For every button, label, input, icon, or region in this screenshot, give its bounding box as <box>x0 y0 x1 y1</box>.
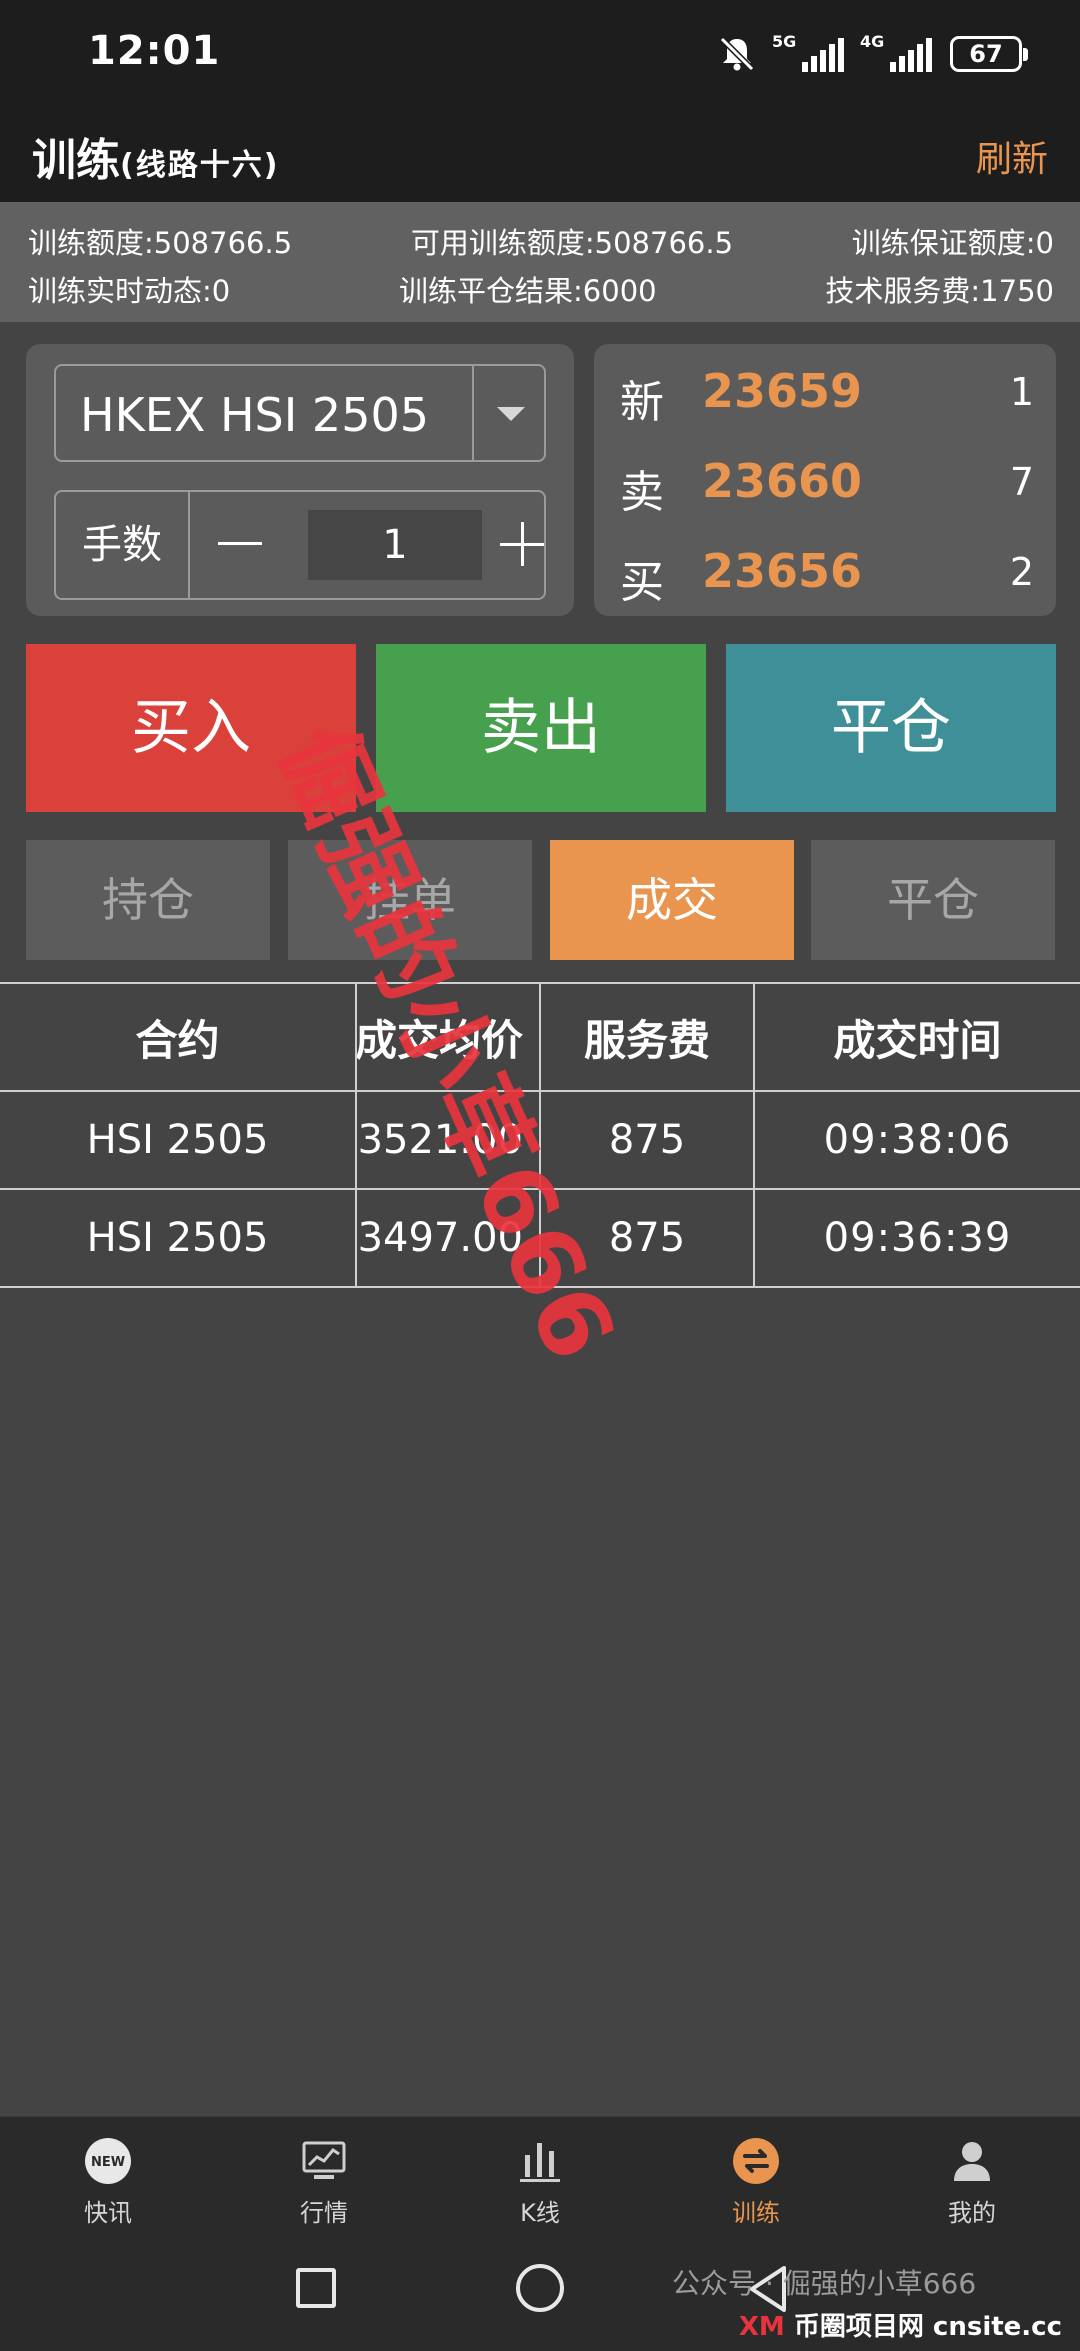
app-header: 训练(线路十六) 刷新 <box>0 112 1080 202</box>
plus-icon[interactable] <box>500 522 544 566</box>
cell-time: 09:38:06 <box>823 1117 1012 1163</box>
chevron-down-icon <box>497 407 525 421</box>
table-row[interactable]: HSI 2505 3521.00 875 09:38:06 <box>0 1092 1080 1190</box>
status-bar: 12:01 5G 4G 67 <box>0 0 1080 112</box>
available-quota: 可用训练额度:508766.5 <box>410 226 734 260</box>
bottom-nav: NEW 快讯 行情 K线 训练 我的 <box>0 2116 1080 2240</box>
refresh-button[interactable]: 刷新 <box>976 130 1048 182</box>
nav-label: 训练 <box>732 2199 780 2227</box>
close-position-button[interactable]: 平仓 <box>726 644 1056 812</box>
nav-item-training[interactable]: 训练 <box>648 2117 864 2241</box>
sell-button[interactable]: 卖出 <box>376 644 706 812</box>
trades-table: 合约 成交均价 服务费 成交时间 HSI 2505 3521.00 875 09… <box>0 982 1080 1288</box>
cell-contract: HSI 2505 <box>0 1190 357 1286</box>
training-quota: 训练额度:508766.5 <box>28 226 293 260</box>
table-row[interactable]: HSI 2505 3497.00 875 09:36:39 <box>0 1190 1080 1288</box>
quote-price: 23656 <box>702 544 863 598</box>
market-chart-icon <box>302 2141 346 2179</box>
contract-select-value: HKEX HSI 2505 <box>80 388 429 442</box>
cell-fee: 875 <box>541 1092 755 1188</box>
battery-icon: 67 <box>950 36 1028 72</box>
status-icons: 5G 4G 67 <box>718 32 1028 76</box>
account-row-2: 训练实时动态:0 训练平仓结果:6000 技术服务费:1750 <box>28 268 1054 310</box>
quote-row-bid: 买 23656 2 <box>620 540 1034 610</box>
table-header-row: 合约 成交均价 服务费 成交时间 <box>0 984 1080 1092</box>
quote-qty: 1 <box>1009 370 1034 414</box>
training-swap-icon <box>733 2138 779 2184</box>
quote-row-last: 新 23659 1 <box>620 360 1034 430</box>
buy-button[interactable]: 买入 <box>26 644 356 812</box>
tab-closed[interactable]: 平仓 <box>811 840 1055 960</box>
order-panel: HKEX HSI 2505 手数 <box>26 344 574 616</box>
nav-label: 我的 <box>948 2199 996 2227</box>
tab-pending-orders[interactable]: 挂单 <box>288 840 532 960</box>
quote-label: 买 <box>620 557 664 608</box>
account-row-1: 训练额度:508766.5 可用训练额度:508766.5 训练保证额度:0 <box>28 220 1054 262</box>
tab-positions[interactable]: 持仓 <box>26 840 270 960</box>
quote-qty: 2 <box>1009 550 1034 594</box>
cell-contract: HSI 2505 <box>0 1092 357 1188</box>
nav-item-news[interactable]: NEW 快讯 <box>0 2117 216 2241</box>
column-header-contract: 合约 <box>0 984 357 1090</box>
quantity-input[interactable] <box>308 510 482 580</box>
contract-dropdown-toggle[interactable] <box>472 366 544 460</box>
system-nav-bar: 公众号 · 倔强的小草666 XM 币圈项目网 cnsite.cc <box>0 2240 1080 2351</box>
close-result: 训练平仓结果:6000 <box>399 274 657 308</box>
nav-item-profile[interactable]: 我的 <box>864 2117 1080 2241</box>
news-icon: NEW <box>85 2138 131 2184</box>
cell-fee: 875 <box>541 1190 755 1286</box>
home-icon[interactable] <box>516 2264 564 2312</box>
cell-avg-price: 3521.00 <box>357 1092 541 1188</box>
recent-apps-icon[interactable] <box>296 2268 336 2308</box>
footer-credit: 公众号 · 倔强的小草666 <box>672 2267 977 2300</box>
nav-item-market[interactable]: 行情 <box>216 2117 432 2241</box>
quote-label: 卖 <box>620 467 664 518</box>
profile-icon <box>954 2142 990 2181</box>
column-header-fee: 服务费 <box>541 984 755 1090</box>
status-time: 12:01 <box>88 28 221 74</box>
nav-label: K线 <box>520 2199 560 2227</box>
news-badge: NEW <box>91 2155 125 2170</box>
quote-row-ask: 卖 23660 7 <box>620 450 1034 520</box>
signal-4g-icon: 4G <box>860 32 932 72</box>
nav-label: 快讯 <box>84 2199 132 2227</box>
quantity-stepper: 手数 <box>54 490 546 600</box>
column-header-avg-price: 成交均价 <box>357 984 541 1090</box>
cell-time: 09:36:39 <box>823 1215 1012 1261</box>
quote-label: 新 <box>620 377 664 428</box>
contract-select[interactable]: HKEX HSI 2505 <box>54 364 546 462</box>
account-summary: 训练额度:508766.5 可用训练额度:508766.5 训练保证额度:0 训… <box>0 202 1080 322</box>
nav-item-kline[interactable]: K线 <box>432 2117 648 2241</box>
minus-icon[interactable] <box>218 518 262 568</box>
page-title: 训练(线路十六) <box>32 135 280 186</box>
tab-trades[interactable]: 成交 <box>550 840 794 960</box>
page-subtitle: (线路十六) <box>120 148 280 183</box>
quote-price: 23660 <box>702 454 863 508</box>
nav-label: 行情 <box>300 2199 348 2227</box>
quantity-label: 手数 <box>56 492 190 598</box>
service-fee-total: 技术服务费:1750 <box>825 274 1054 308</box>
quote-qty: 7 <box>1009 460 1034 504</box>
column-header-time: 成交时间 <box>833 1015 1002 1065</box>
realtime-pnl: 训练实时动态:0 <box>28 274 231 308</box>
signal-5g-icon: 5G <box>772 32 844 72</box>
quote-price: 23659 <box>702 364 863 418</box>
margin-quota: 训练保证额度:0 <box>851 226 1054 260</box>
quote-panel: 新 23659 1 卖 23660 7 买 23656 2 <box>594 344 1056 616</box>
footer-brand: XM 币圈项目网 cnsite.cc <box>738 2312 1062 2342</box>
cell-avg-price: 3497.00 <box>357 1190 541 1286</box>
kline-bars-icon <box>520 2143 560 2182</box>
bell-muted-icon <box>719 36 755 72</box>
